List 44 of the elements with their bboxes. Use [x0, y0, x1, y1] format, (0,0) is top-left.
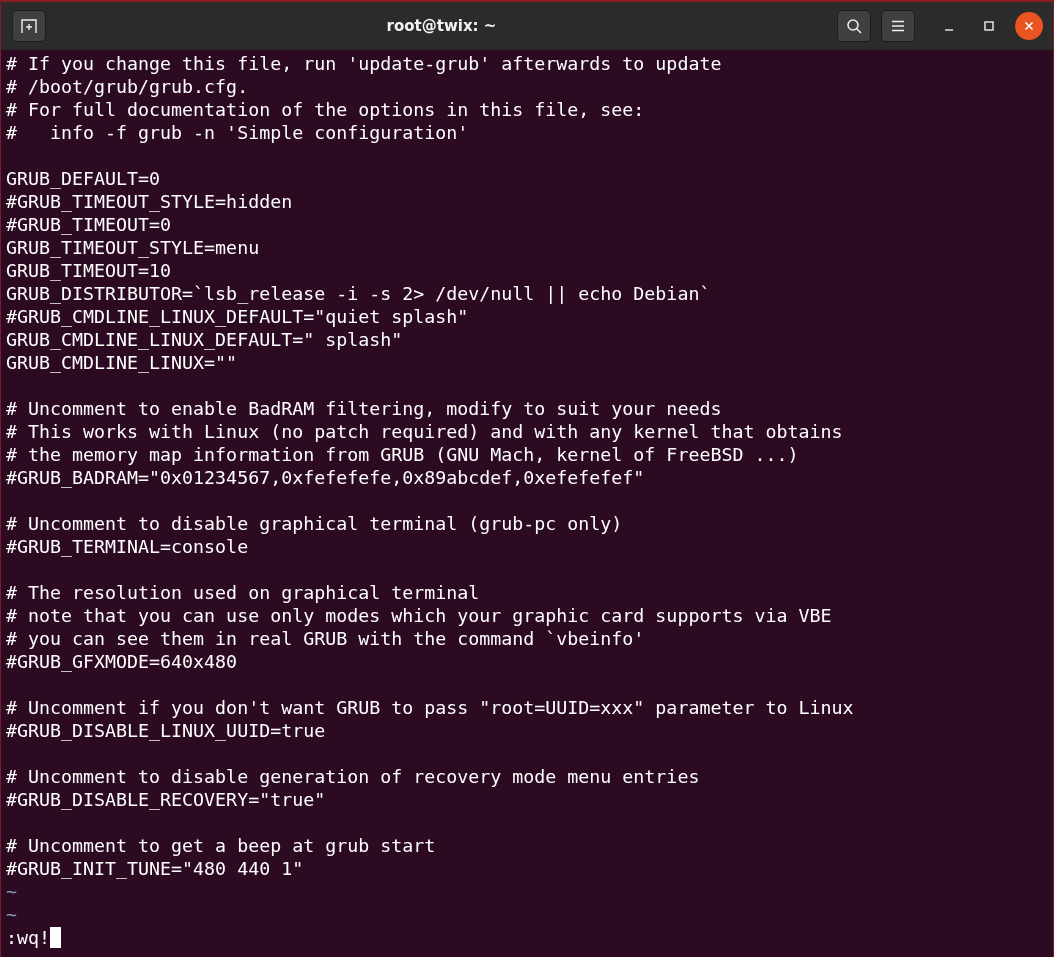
- close-icon: [1024, 21, 1034, 31]
- code-line: # Uncomment to get a beep at grub start: [6, 835, 436, 856]
- code-line: # This works with Linux (no patch required) and with any kernel that obtains: [6, 421, 843, 442]
- code-line: # /boot/grub/grub.cfg.: [6, 76, 249, 97]
- code-line: # Uncomment if you don't want GRUB to pass "root=UUID=xxx" parameter to Linux: [6, 697, 854, 718]
- code-line: # For full documentation of the options in this file, see:: [6, 99, 645, 120]
- window-title: root@twix: ~: [385, 17, 498, 35]
- new-tab-icon: [21, 18, 37, 34]
- minimize-icon: [944, 29, 954, 31]
- text-cursor: [50, 927, 62, 948]
- new-tab-button[interactable]: [12, 10, 46, 42]
- code-line: GRUB_CMDLINE_LINUX="": [6, 352, 238, 373]
- code-line: GRUB_TIMEOUT_STYLE=menu: [6, 237, 260, 258]
- empty-line-marker: ~: [6, 881, 17, 902]
- code-line: #GRUB_TIMEOUT=0: [6, 214, 172, 235]
- search-icon: [846, 18, 862, 34]
- maximize-icon: [984, 21, 994, 31]
- code-line: # info -f grub -n 'Simple configuration': [6, 122, 469, 143]
- code-line: # If you change this file, run 'update-grub' afterwards to update: [6, 53, 722, 74]
- code-line: #GRUB_BADRAM="0x01234567,0xfefefefe,0x89abcdef,0xefefefef": [6, 467, 645, 488]
- menu-button[interactable]: [881, 10, 915, 42]
- code-line: # Uncomment to disable generation of recovery mode menu entries: [6, 766, 700, 787]
- code-line: #GRUB_INIT_TUNE="480 440 1": [6, 858, 304, 879]
- code-line: # The resolution used on graphical terminal: [6, 582, 480, 603]
- code-line: #GRUB_DISABLE_LINUX_UUID=true: [6, 720, 326, 741]
- code-line: # note that you can use only modes which your graphic card supports via VBE: [6, 605, 832, 626]
- code-line: #GRUB_GFXMODE=640x480: [6, 651, 238, 672]
- code-line: GRUB_DEFAULT=0: [6, 168, 161, 189]
- code-line: GRUB_DISTRIBUTOR=`lsb_release -i -s 2> /dev/null || echo Debian`: [6, 283, 711, 304]
- command-line[interactable]: :wq!: [6, 927, 51, 948]
- code-line: # you can see them in real GRUB with the command `vbeinfo': [6, 628, 645, 649]
- code-line: #GRUB_DISABLE_RECOVERY="true": [6, 789, 326, 810]
- search-button[interactable]: [837, 10, 871, 42]
- code-line: GRUB_CMDLINE_LINUX_DEFAULT=" splash": [6, 329, 403, 350]
- code-line: GRUB_TIMEOUT=10: [6, 260, 172, 281]
- code-line: #GRUB_TIMEOUT_STYLE=hidden: [6, 191, 293, 212]
- code-line: #GRUB_CMDLINE_LINUX_DEFAULT="quiet splash": [6, 306, 469, 327]
- code-line: # the memory map information from GRUB (GNU Mach, kernel of FreeBSD ...): [6, 444, 799, 465]
- menu-icon: [891, 20, 905, 32]
- close-button[interactable]: [1015, 12, 1043, 40]
- code-line: # Uncomment to disable graphical terminal (grub-pc only): [6, 513, 623, 534]
- code-line: #GRUB_TERMINAL=console: [6, 536, 249, 557]
- code-line: # Uncomment to enable BadRAM filtering, modify to suit your needs: [6, 398, 722, 419]
- empty-line-marker: ~: [6, 904, 17, 925]
